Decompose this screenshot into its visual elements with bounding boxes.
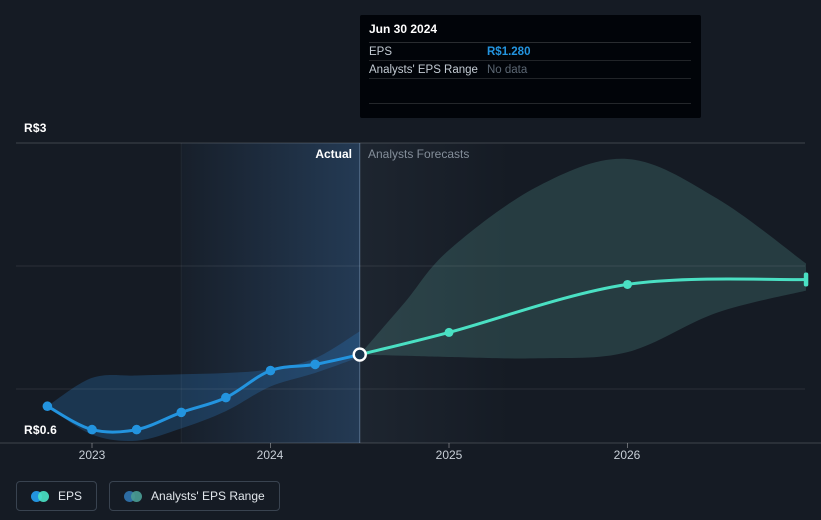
y-axis-label-bottom: R$0.6 bbox=[24, 423, 58, 437]
forecast-point bbox=[444, 327, 454, 337]
tooltip-row-eps: EPS R$1.280 bbox=[369, 43, 691, 61]
legend-toggle-eps[interactable]: EPS bbox=[16, 481, 98, 511]
eps-chart-panel: R$3 R$0.6 Actual Analysts Forecasts 2023… bbox=[0, 0, 821, 520]
legend-toggle-eps-range[interactable]: Analysts' EPS Range bbox=[109, 481, 280, 511]
hovered-point-marker bbox=[352, 347, 367, 362]
x-tick-2025: 2025 bbox=[435, 448, 463, 462]
actual-section-label: Actual bbox=[315, 147, 352, 161]
tooltip-range-label: Analysts' EPS Range bbox=[369, 63, 478, 76]
actual-point bbox=[176, 407, 187, 418]
actual-point bbox=[265, 365, 276, 376]
tooltip-range-value: No data bbox=[487, 63, 528, 76]
actual-point bbox=[221, 392, 231, 403]
tooltip-eps-value: R$1.280 bbox=[487, 45, 531, 58]
tooltip-row-range: Analysts' EPS Range No data bbox=[369, 61, 691, 79]
forecast-point bbox=[623, 279, 632, 289]
eps-range-legend-icon bbox=[124, 490, 143, 502]
x-tick-2026: 2026 bbox=[613, 448, 641, 462]
range-swatch-teal bbox=[131, 490, 143, 502]
legend-eps-range-label: Analysts' EPS Range bbox=[151, 489, 265, 503]
tooltip-eps-label: EPS bbox=[369, 45, 393, 58]
tooltip-separator bbox=[369, 103, 691, 104]
actual-point bbox=[131, 424, 142, 435]
x-tick-2024: 2024 bbox=[256, 448, 284, 462]
y-axis-label-top: R$3 bbox=[24, 121, 47, 135]
forecast-section-label: Analysts Forecasts bbox=[368, 147, 470, 161]
actual-point bbox=[310, 359, 320, 370]
x-tick-2023: 2023 bbox=[78, 448, 106, 462]
actual-point bbox=[42, 401, 53, 412]
actual-point bbox=[87, 424, 97, 435]
eps-legend-icon bbox=[31, 490, 49, 502]
chart-legend: EPS Analysts' EPS Range bbox=[16, 481, 280, 511]
legend-eps-label: EPS bbox=[58, 489, 83, 503]
tooltip-date: Jun 30 2024 bbox=[369, 22, 691, 43]
forecast-end-marker bbox=[803, 272, 809, 287]
eps-swatch-teal bbox=[38, 490, 49, 502]
chart-tooltip: Jun 30 2024 EPS R$1.280 Analysts' EPS Ra… bbox=[360, 15, 701, 118]
